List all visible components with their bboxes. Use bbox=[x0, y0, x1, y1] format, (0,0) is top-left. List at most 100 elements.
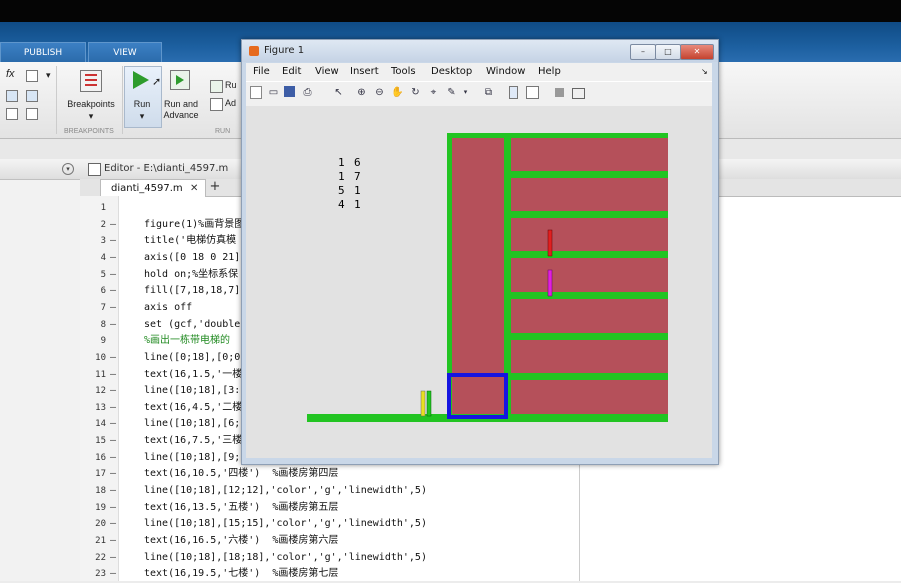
request-list: 1 6 1 7 5 1 4 1 bbox=[338, 156, 361, 211]
new-figure-icon[interactable] bbox=[250, 86, 262, 99]
menu-edit[interactable]: Edit bbox=[282, 63, 301, 81]
code-text: axis off bbox=[144, 301, 193, 313]
chevron-down-icon[interactable]: ▾ bbox=[60, 111, 122, 122]
floor-7 bbox=[511, 138, 668, 171]
line-marker: – bbox=[110, 401, 117, 413]
legend-icon[interactable] bbox=[526, 86, 539, 99]
open-file-icon[interactable]: ▭ bbox=[267, 86, 280, 99]
line-number: 22 bbox=[95, 552, 106, 563]
run-icon[interactable] bbox=[133, 71, 149, 89]
run-and-advance-button[interactable]: Run and bbox=[158, 99, 204, 109]
code-text: axis([0 18 0 21] bbox=[144, 251, 241, 263]
menu-desktop[interactable]: Desktop bbox=[431, 63, 472, 81]
code-line[interactable]: 17– text(16,10.5,'四楼') %画楼房第四层 bbox=[80, 466, 900, 483]
editor-title: Editor - E:\dianti_4597.m bbox=[104, 163, 229, 174]
advance-icon[interactable] bbox=[210, 98, 223, 111]
zoom-in-icon[interactable]: ⊕ bbox=[355, 86, 368, 99]
code-text: line([10;18],[3: bbox=[144, 385, 241, 397]
building bbox=[307, 133, 668, 422]
editor-icon bbox=[88, 163, 101, 176]
function-icon[interactable]: fx bbox=[6, 68, 15, 80]
advance-button[interactable]: Ad bbox=[225, 98, 236, 108]
chevron-down-icon[interactable]: ▾ bbox=[46, 70, 51, 81]
smart-indent-icon[interactable] bbox=[26, 108, 38, 120]
colorbar-icon[interactable] bbox=[509, 86, 518, 99]
request-to-3: 1 bbox=[354, 184, 361, 197]
menu-file[interactable]: File bbox=[253, 63, 270, 81]
code-text: text(16,16.5,'六楼') %画楼房第六层 bbox=[144, 535, 339, 546]
person-red bbox=[547, 229, 553, 257]
code-line[interactable]: 23– text(16,19.5,'七楼') %画楼房第七层 bbox=[80, 566, 900, 583]
line-marker: – bbox=[110, 535, 117, 546]
line-number: 14 bbox=[95, 419, 106, 430]
hide-plot-tools-icon[interactable] bbox=[555, 88, 564, 97]
code-line[interactable]: 19– text(16,13.5,'五楼') %画楼房第五层 bbox=[80, 500, 900, 517]
code-line[interactable]: 20– line([10;18],[15;15],'color','g','lin… bbox=[80, 516, 900, 533]
menu-view[interactable]: View bbox=[315, 63, 339, 81]
menu-tools[interactable]: Tools bbox=[391, 63, 416, 81]
line-marker: – bbox=[110, 518, 117, 530]
tab-publish[interactable]: PUBLISH bbox=[0, 42, 86, 63]
code-line[interactable]: 22– line([10;18],[18;18],'color','g','lin… bbox=[80, 550, 900, 567]
line-marker: – bbox=[110, 435, 117, 447]
line-number: 7 bbox=[100, 302, 106, 313]
link-plot-icon[interactable]: ⧉ bbox=[482, 86, 495, 99]
breakpoints-icon[interactable] bbox=[80, 70, 102, 92]
run-and-advance-icon[interactable] bbox=[170, 70, 190, 90]
maximize-button[interactable]: □ bbox=[655, 44, 681, 60]
code-line[interactable]: 21– text(16,16.5,'六楼') %画楼房第六层 bbox=[80, 533, 900, 550]
line-number: 17 bbox=[95, 469, 106, 480]
line-marker: – bbox=[110, 351, 117, 363]
minimize-button[interactable]: – bbox=[630, 44, 656, 60]
menu-help[interactable]: Help bbox=[538, 63, 561, 81]
brush-icon[interactable]: ✎ bbox=[445, 86, 458, 99]
save-icon[interactable] bbox=[284, 86, 295, 97]
code-text: figure(1)%画背景图 bbox=[144, 218, 245, 230]
close-button[interactable]: ✕ bbox=[680, 44, 714, 60]
select-arrow-icon[interactable]: ↖ bbox=[332, 86, 345, 99]
code-text: line([10;18],[15;15],'color','g','linewi… bbox=[144, 518, 427, 530]
person-yellow bbox=[420, 390, 426, 417]
code-text: text(16,10.5,'四楼') %画楼房第四层 bbox=[144, 468, 339, 480]
data-cursor-icon[interactable]: ⌖ bbox=[427, 86, 440, 99]
add-tab-button[interactable]: + bbox=[206, 179, 224, 196]
wrap-icon[interactable] bbox=[6, 108, 18, 120]
menu-insert[interactable]: Insert bbox=[350, 63, 379, 81]
request-to-4: 1 bbox=[354, 198, 361, 211]
run-section-icon[interactable] bbox=[210, 80, 223, 93]
pane-options-icon[interactable]: ▾ bbox=[62, 163, 74, 175]
print-icon[interactable]: ⎙ bbox=[301, 86, 314, 99]
line-marker: – bbox=[110, 551, 117, 563]
rotate-icon[interactable]: ↻ bbox=[409, 86, 422, 99]
request-from-3: 5 bbox=[338, 184, 345, 197]
run-button[interactable]: Run bbox=[124, 99, 160, 109]
line-marker: – bbox=[110, 451, 117, 463]
tab-label: dianti_4597.m bbox=[111, 183, 183, 194]
breakpoints-button[interactable]: Breakpoints bbox=[60, 99, 122, 109]
tab-dianti-file[interactable]: dianti_4597.m ✕ bbox=[100, 179, 206, 197]
pan-icon[interactable]: ✋ bbox=[391, 86, 404, 99]
figure-canvas: 1 6 1 7 5 1 4 1 bbox=[246, 106, 712, 458]
code-text: line([10;18],[6; bbox=[144, 418, 241, 430]
close-icon[interactable]: ✕ bbox=[190, 180, 198, 197]
dock-arrow-icon[interactable]: ↘ bbox=[701, 63, 708, 81]
code-text: title('电梯仿真模 bbox=[144, 235, 237, 247]
chevron-down-icon[interactable]: ▾ bbox=[459, 86, 472, 99]
floor-4 bbox=[511, 258, 668, 292]
zoom-out-icon[interactable]: ⊖ bbox=[373, 86, 386, 99]
code-text: text(16,4.5,'二楼 bbox=[144, 401, 243, 413]
line-number: 20 bbox=[95, 519, 106, 530]
insert-icon[interactable] bbox=[26, 70, 38, 82]
show-plot-tools-icon[interactable] bbox=[572, 88, 585, 99]
tab-view[interactable]: VIEW bbox=[88, 42, 162, 63]
menu-window[interactable]: Window bbox=[486, 63, 525, 81]
comment-icon[interactable] bbox=[6, 90, 18, 102]
code-text: text(16,19.5,'七楼') %画楼房第七层 bbox=[144, 568, 339, 580]
line-number: 15 bbox=[95, 436, 106, 447]
line-marker: – bbox=[110, 235, 117, 247]
chevron-down-icon[interactable]: ▾ bbox=[124, 111, 160, 122]
run-and-advance-label-2: Advance bbox=[163, 110, 199, 120]
code-line[interactable]: 18– line([10;18],[12;12],'color','g','lin… bbox=[80, 483, 900, 500]
indent-icon[interactable] bbox=[26, 90, 38, 102]
run-section-button[interactable]: Ru bbox=[225, 80, 237, 90]
